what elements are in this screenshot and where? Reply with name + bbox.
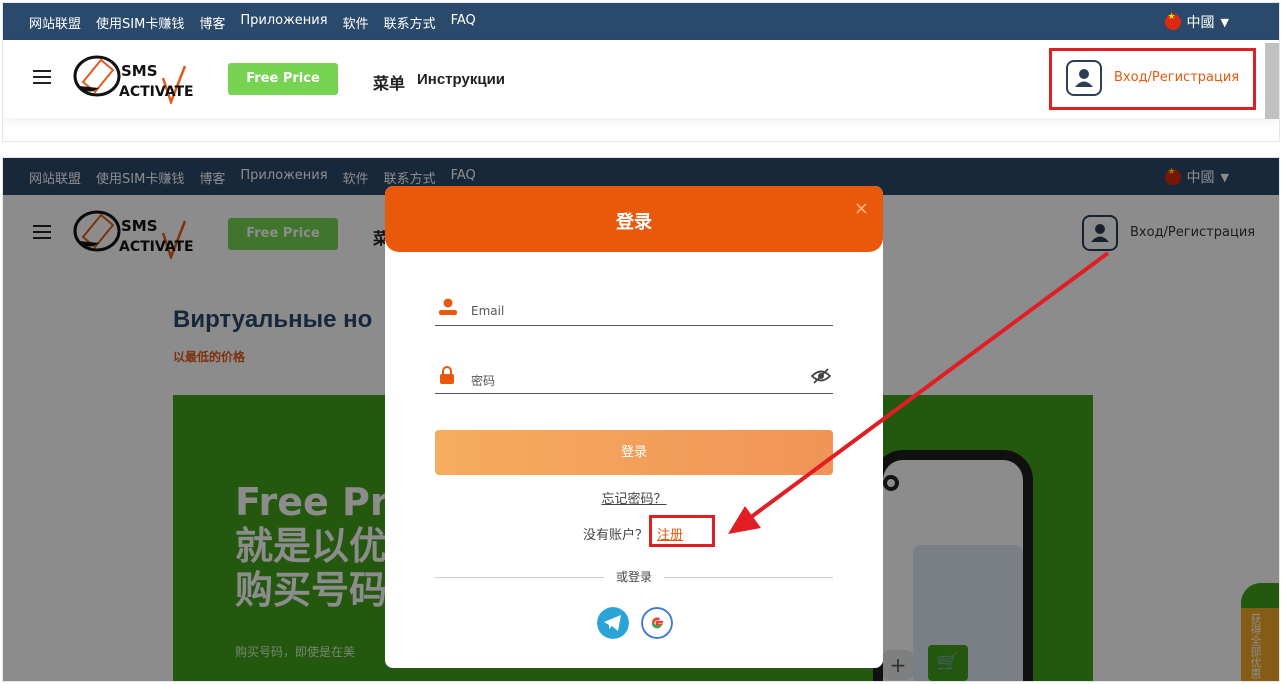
instructions-link[interactable]: Инструкции bbox=[417, 71, 505, 88]
header-screenshot: 网站联盟 使用SIM卡赚钱 博客 Приложения 软件 联系方式 FAQ … bbox=[2, 2, 1280, 142]
red-arrow-annotation bbox=[728, 251, 1110, 534]
chevron-down-icon: ▼ bbox=[1220, 15, 1229, 29]
link-apps[interactable]: Приложения bbox=[240, 13, 327, 32]
main-header: SMS ACTIVATE Free Price 菜单 Инструкции Вх… bbox=[3, 40, 1279, 118]
top-links: 网站联盟 使用SIM卡赚钱 博客 Приложения 软件 联系方式 FAQ bbox=[29, 13, 476, 32]
scrollbar[interactable] bbox=[1265, 43, 1279, 119]
top-bar: 网站联盟 使用SIM卡赚钱 博客 Приложения 软件 联系方式 FAQ … bbox=[3, 3, 1279, 40]
link-blog[interactable]: 博客 bbox=[199, 13, 225, 32]
link-earn-sim[interactable]: 使用SIM卡赚钱 bbox=[96, 13, 184, 32]
language-label: 中國 bbox=[1186, 15, 1215, 31]
link-contacts[interactable]: 联系方式 bbox=[384, 13, 436, 32]
link-software[interactable]: 软件 bbox=[343, 13, 369, 32]
link-affiliate[interactable]: 网站联盟 bbox=[29, 13, 81, 32]
language-selector[interactable]: 中國 ▼ bbox=[1164, 12, 1229, 32]
svg-text:SMS: SMS bbox=[121, 62, 158, 80]
hamburger-menu-icon[interactable] bbox=[33, 70, 51, 84]
highlight-login-box bbox=[1049, 48, 1256, 110]
menu-label[interactable]: 菜单 bbox=[373, 70, 405, 94]
sms-activate-logo[interactable]: SMS ACTIVATE bbox=[73, 52, 205, 104]
svg-text:ACTIVATE: ACTIVATE bbox=[119, 84, 194, 100]
free-price-button[interactable]: Free Price bbox=[228, 63, 338, 95]
china-flag-icon bbox=[1164, 12, 1181, 30]
link-faq[interactable]: FAQ bbox=[451, 13, 476, 32]
modal-screenshot: 网站联盟 使用SIM卡赚钱 博客 Приложения 软件 联系方式 FAQ … bbox=[2, 157, 1280, 682]
